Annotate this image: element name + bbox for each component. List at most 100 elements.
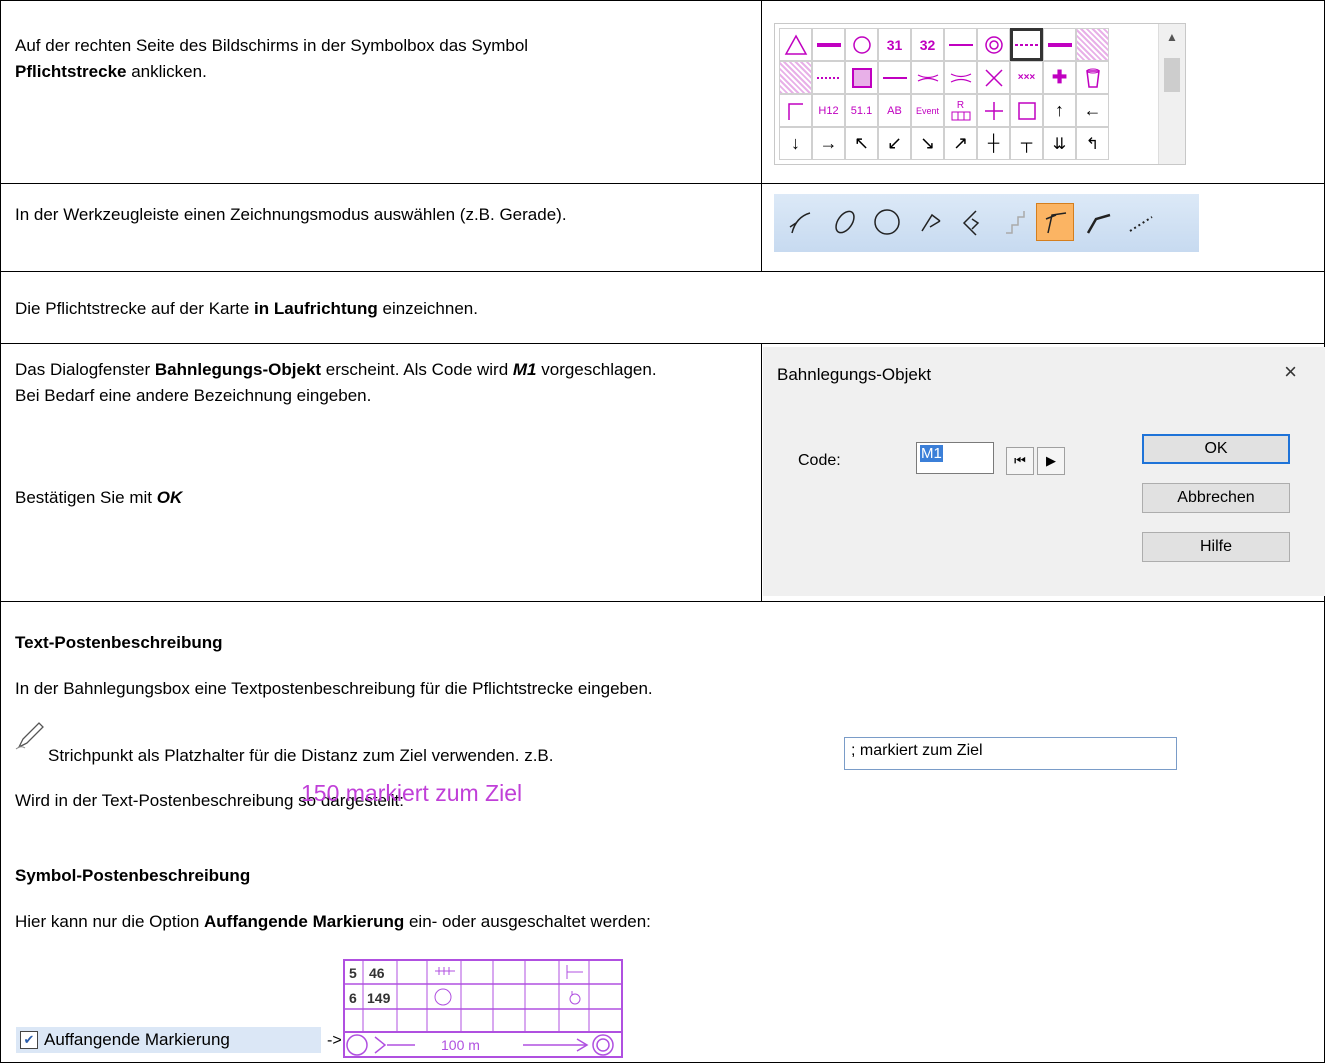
return-arrow-symbol[interactable]: ↰ [1076, 127, 1109, 160]
symbol-line-part: Hier kann nur die Option [15, 912, 204, 931]
column-divider [761, 1, 762, 271]
polygon-tool-icon[interactable] [954, 203, 992, 241]
triangle-symbol[interactable] [779, 28, 812, 61]
double-down-arrow-symbol[interactable]: ⇊ [1043, 127, 1076, 160]
control-description-table: 5 46 6 149 100 m [343, 959, 623, 1058]
step4-text-part: vorgeschlagen. [536, 360, 657, 379]
text-description-line: In der Bahnlegungsbox eine Textpostenbes… [15, 679, 653, 698]
symbol-31-label: 31 [886, 36, 903, 53]
symbol-31[interactable]: 31 [878, 28, 911, 61]
bahnlegungs-objekt-dialog: Bahnlegungs-Objekt × Code: M1 ⏮ ▶ OK Abb… [763, 347, 1325, 596]
refreshment-symbol[interactable] [1076, 61, 1109, 94]
confirm-ok-bold: OK [156, 488, 183, 507]
scroll-thumb[interactable] [1164, 58, 1180, 92]
close-icon[interactable]: × [1284, 359, 1297, 385]
hatched-area-symbol[interactable] [779, 61, 812, 94]
pencil-icon [13, 719, 47, 758]
arrow-up-left-symbol[interactable]: ↖ [845, 127, 878, 160]
step1-bold: Pflichtstrecke [15, 62, 127, 81]
step3-bold: in Laufrichtung [254, 299, 378, 318]
drawing-toolbar [774, 194, 1199, 252]
symbol-511-label: 51.1 [850, 104, 873, 117]
dialog-title: Bahnlegungs-Objekt [777, 365, 932, 384]
t-arrow-symbol[interactable]: ┬ [1010, 127, 1043, 160]
arrow-down-right-symbol[interactable]: ↘ [911, 127, 944, 160]
ok-button[interactable]: OK [1142, 434, 1290, 464]
symbol-h12-label: H12 [818, 104, 839, 117]
arrow-right-symbol[interactable]: → [812, 127, 845, 160]
symbol-32-label: 32 [919, 36, 936, 53]
code-label: Code: [798, 452, 841, 469]
help-button[interactable]: Hilfe [1142, 532, 1290, 562]
symbol-box-scrollbar[interactable]: ▲ [1158, 24, 1185, 164]
step2-text: In der Werkzeugleiste einen Zeichnungsmo… [15, 205, 567, 224]
freehand-tool-icon[interactable] [1080, 203, 1118, 241]
hatched-area-symbol[interactable] [1076, 28, 1109, 61]
scroll-up-icon[interactable]: ▲ [1166, 30, 1178, 44]
next-record-icon[interactable]: ▶ [1037, 447, 1065, 475]
first-record-icon[interactable]: ⏮ [1006, 447, 1034, 475]
step4-confirm: Bestätigen Sie mit OK [15, 485, 182, 511]
crossing-point-symbol[interactable] [911, 61, 944, 94]
step3-text-end: einzeichnen. [377, 299, 478, 318]
dotted-line-symbol[interactable] [812, 61, 845, 94]
symbol-grid: 31 32 ××× ✚ H12 51.1 AB Event R ↑ ← ↓ → … [779, 28, 1142, 160]
curve-tool-icon[interactable] [782, 203, 820, 241]
row-divider [1, 271, 1325, 272]
arrow-down-left-symbol[interactable]: ↙ [878, 127, 911, 160]
cross-arrow-symbol[interactable]: ┼ [977, 127, 1010, 160]
auffangende-markierung-checkbox[interactable]: ✔ Auffangende Markierung [16, 1027, 321, 1053]
circle-tool-icon[interactable] [868, 203, 906, 241]
stairs-tool-icon[interactable] [996, 203, 1034, 241]
square-symbol[interactable] [1010, 94, 1043, 127]
ellipse-tool-icon[interactable] [826, 203, 864, 241]
forbidden-route-symbol[interactable]: ××× [1010, 61, 1043, 94]
marked-route-symbol[interactable] [1010, 28, 1043, 61]
rectangle-tool-icon[interactable] [912, 203, 950, 241]
step1-text-end: anklicken. [126, 62, 207, 81]
double-circle-symbol[interactable] [977, 28, 1010, 61]
symbol-ab[interactable]: AB [878, 94, 911, 127]
document-page: Auf der rechten Seite des Bildschirms in… [0, 0, 1325, 1063]
dotted-line-tool-icon[interactable] [1122, 203, 1160, 241]
hint-text: Strichpunkt als Platzhalter für die Dist… [48, 746, 554, 765]
arrow-left-symbol[interactable]: ← [1076, 94, 1109, 127]
step4-text-part: Das Dialogfenster [15, 360, 155, 379]
plus-symbol[interactable] [977, 94, 1010, 127]
step1-text: Auf der rechten Seite des Bildschirms in… [15, 33, 745, 85]
symbol-32[interactable]: 32 [911, 28, 944, 61]
line-symbol[interactable] [878, 61, 911, 94]
row-divider [1, 183, 1325, 184]
line-symbol[interactable] [944, 28, 977, 61]
cancel-button[interactable]: Abbrechen [1142, 483, 1290, 513]
first-aid-symbol[interactable]: ✚ [1043, 61, 1076, 94]
control-number: 6 [349, 990, 357, 1006]
circle-symbol[interactable] [845, 28, 878, 61]
code-input[interactable]: M1 [916, 442, 994, 474]
arrow-down-symbol[interactable]: ↓ [779, 127, 812, 160]
arrow-text: -> [327, 1032, 342, 1049]
text-description-heading: Text-Postenbeschreibung [15, 633, 223, 652]
arrow-up-symbol[interactable]: ↑ [1043, 94, 1076, 127]
crossing-section-symbol[interactable] [944, 61, 977, 94]
thick-line-symbol[interactable] [812, 28, 845, 61]
thick-line-symbol[interactable] [1043, 28, 1076, 61]
symbol-box: 31 32 ××× ✚ H12 51.1 AB Event R ↑ ← ↓ → … [774, 23, 1186, 165]
symbol-r-table[interactable]: R [944, 94, 977, 127]
empty-symbol [1109, 28, 1142, 61]
symbol-511[interactable]: 51.1 [845, 94, 878, 127]
step4-text: Das Dialogfenster Bahnlegungs-Objekt ers… [15, 357, 750, 409]
symbol-h12[interactable]: H12 [812, 94, 845, 127]
forbidden-cross-symbol[interactable] [977, 61, 1010, 94]
symbol-event[interactable]: Event [911, 94, 944, 127]
corner-symbol[interactable] [779, 94, 812, 127]
text-description-input[interactable]: ; markiert zum Ziel [844, 737, 1177, 770]
symbol-r-label: R [956, 99, 965, 111]
straight-line-tool-icon[interactable] [1036, 203, 1074, 241]
arrow-up-right-symbol[interactable]: ↗ [944, 127, 977, 160]
boxed-area-symbol[interactable] [845, 61, 878, 94]
rendered-description: 150 markiert zum Ziel [301, 780, 523, 806]
code-m1-bold: M1 [512, 360, 537, 379]
checkmark-icon[interactable]: ✔ [20, 1031, 38, 1049]
symbol-line-end: ein- oder ausgeschaltet werden: [404, 912, 651, 931]
